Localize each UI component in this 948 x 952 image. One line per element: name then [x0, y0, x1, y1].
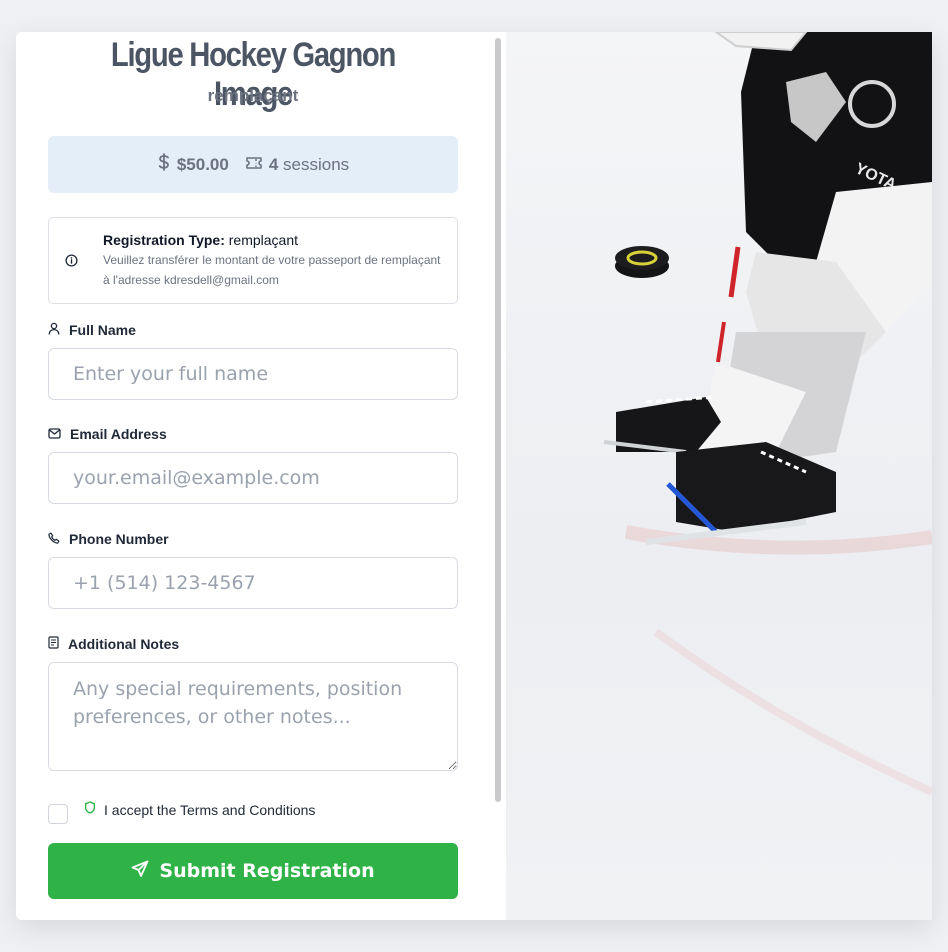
- email-input[interactable]: [48, 452, 458, 504]
- terms-label[interactable]: I accept the Terms and Conditions: [104, 802, 315, 818]
- terms-row: I accept the Terms and Conditions: [48, 796, 315, 824]
- sessions-label: sessions: [283, 154, 350, 174]
- full-name-label-row: Full Name: [48, 322, 136, 338]
- full-name-label: Full Name: [69, 322, 136, 338]
- email-label: Email Address: [70, 426, 167, 442]
- registration-info: Registration Type: remplaçant Veuillez t…: [48, 217, 458, 304]
- notes-label-row: Additional Notes: [48, 636, 179, 652]
- terms-checkbox[interactable]: [48, 804, 68, 824]
- phone-icon: [48, 531, 60, 547]
- submit-registration-button[interactable]: Submit Registration: [48, 843, 458, 899]
- hockey-player-illustration: YOTA: [603, 32, 932, 796]
- mail-icon: [48, 426, 61, 442]
- form-scrollbar[interactable]: [495, 38, 501, 802]
- registration-message: Veuillez transférer le montant de votre …: [103, 253, 441, 287]
- registration-type-value: remplaçant: [224, 232, 299, 248]
- phone-label: Phone Number: [69, 531, 169, 547]
- price-summary: $50.00 4 sessions: [48, 136, 458, 193]
- sessions-group: 4 sessions: [245, 155, 349, 175]
- send-icon: [131, 860, 149, 883]
- phone-input[interactable]: [48, 557, 458, 609]
- notes-label: Additional Notes: [68, 636, 180, 652]
- submit-label: Submit Registration: [159, 860, 375, 882]
- notes-icon: [48, 636, 59, 652]
- shield-icon: [84, 801, 96, 819]
- registration-card: Ligue Hockey Gagnon Image remplaçant $50…: [16, 32, 932, 920]
- full-name-input[interactable]: [48, 348, 458, 400]
- user-icon: [48, 322, 60, 338]
- phone-label-row: Phone Number: [48, 531, 169, 547]
- form-pane[interactable]: Ligue Hockey Gagnon Image remplaçant $50…: [16, 32, 506, 920]
- dollar-icon: [157, 153, 171, 176]
- page-subtitle: remplaçant: [207, 86, 299, 105]
- price-amount: $50.00: [176, 154, 229, 174]
- sessions-count: 4: [268, 154, 279, 174]
- registration-type-label: Registration Type:: [103, 232, 225, 248]
- hockey-photo: YOTA: [506, 32, 932, 920]
- ticket-icon: [245, 155, 263, 175]
- notes-textarea[interactable]: [48, 662, 458, 771]
- info-icon: [65, 254, 78, 272]
- email-label-row: Email Address: [48, 426, 167, 442]
- price-group: $50.00: [157, 153, 229, 176]
